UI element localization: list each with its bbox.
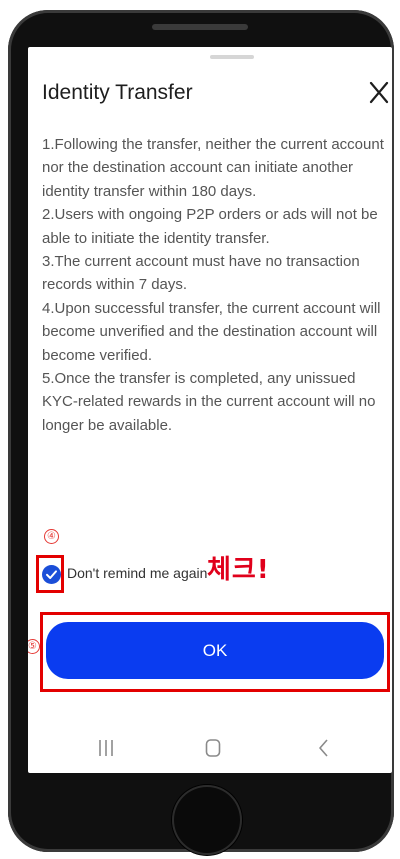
phone-home-button — [172, 785, 242, 855]
rule-item: 5.Once the transfer is completed, any un… — [42, 370, 376, 434]
annotation-step-four: ④ — [44, 529, 59, 544]
phone-frame: Identity Transfer 1.Following the transf… — [8, 10, 394, 855]
sheet-grab-handle[interactable] — [210, 55, 254, 59]
dont-remind-label[interactable]: Don't remind me again — [67, 565, 207, 581]
home-icon[interactable] — [205, 738, 221, 763]
close-icon[interactable] — [368, 77, 390, 107]
app-screen: Identity Transfer 1.Following the transf… — [28, 47, 392, 773]
checkmark-icon — [46, 570, 57, 579]
dialog-title: Identity Transfer — [42, 81, 193, 104]
annotation-check-note: 체크! — [207, 555, 270, 585]
back-icon[interactable] — [317, 738, 331, 763]
transfer-rules-list: 1.Following the transfer, neither the cu… — [42, 133, 386, 437]
ok-button[interactable]: OK — [46, 622, 384, 679]
rule-item: 2.Users with ongoing P2P orders or ads w… — [42, 206, 378, 247]
rule-item: 3.The current account must have no trans… — [42, 253, 360, 294]
android-nav-bar — [28, 723, 392, 773]
rule-item: 1.Following the transfer, neither the cu… — [42, 136, 384, 200]
recents-icon[interactable] — [98, 738, 114, 763]
annotation-step-five: ⑤ — [28, 639, 40, 654]
rule-item: 4.Upon successful transfer, the current … — [42, 299, 381, 364]
phone-speaker — [152, 24, 248, 30]
dont-remind-checkbox[interactable] — [42, 565, 61, 584]
